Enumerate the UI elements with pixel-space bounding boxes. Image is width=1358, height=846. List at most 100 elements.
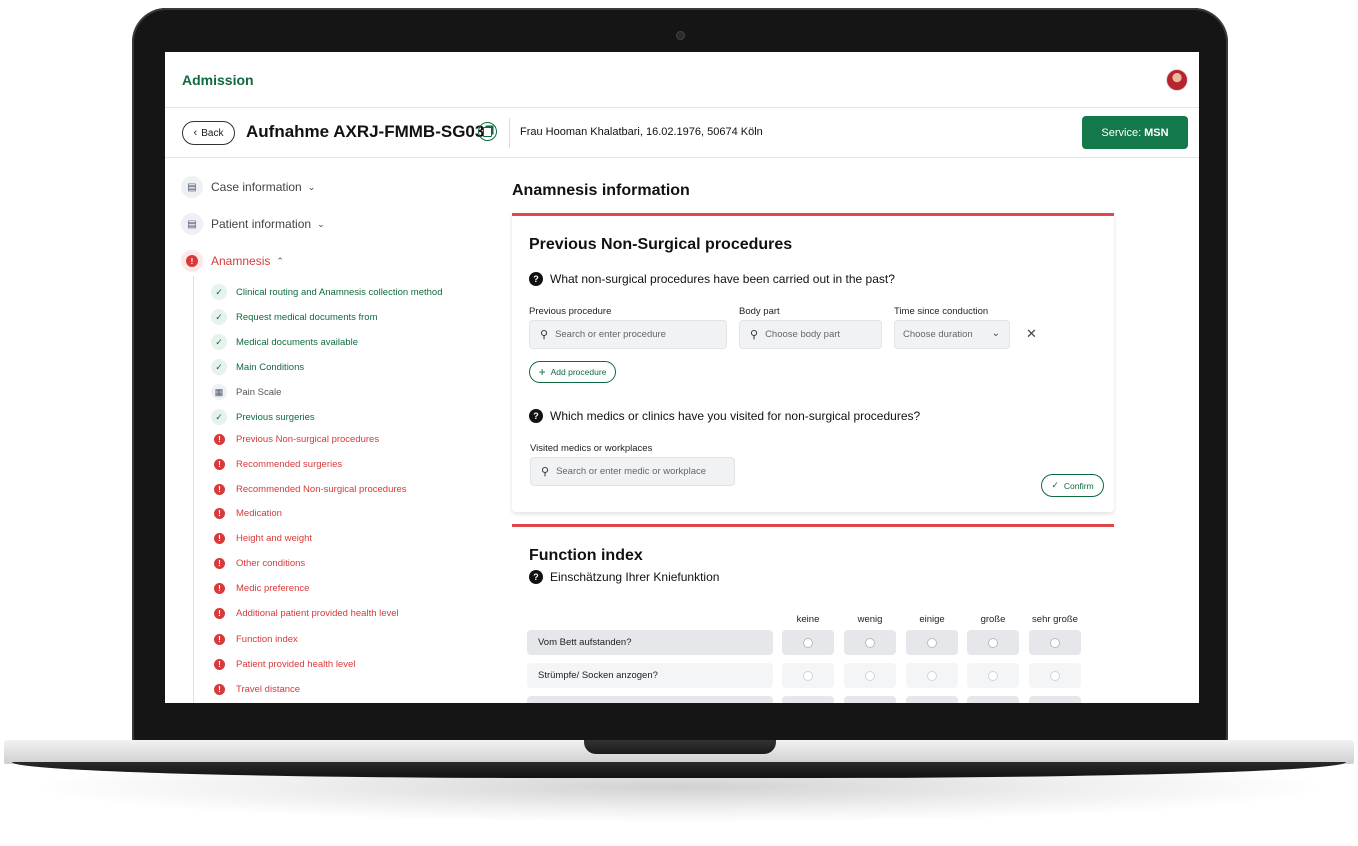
body-part-select[interactable]: ⚲ Choose body part [739,320,882,349]
sidebar-subitem-label: Pain Scale [236,386,282,398]
question: ? What non-surgical procedures have been… [529,272,895,286]
sidebar-subitem-label: Medication [236,508,282,519]
radio-cell[interactable] [967,696,1019,703]
sidebar-item-anamnesis[interactable]: ! Anamnesis ⌃ [181,250,284,272]
search-icon: ⚲ [750,329,759,341]
check-icon: ✓ [211,284,227,300]
radio-button[interactable] [988,670,998,681]
radio-button[interactable] [865,670,875,681]
question-text: What non-surgical procedures have been c… [550,272,895,286]
radio-cell[interactable] [906,630,958,655]
avatar[interactable] [1166,69,1188,91]
sidebar-subitem[interactable]: ! Medic preference [211,583,309,594]
sidebar-tree-line [193,276,194,703]
table-row-label: Strümpfe/ Socken anzogen? [527,663,773,688]
sidebar-subitem[interactable]: ✓ Previous surgeries [211,409,315,425]
placeholder: Choose body part [765,329,841,340]
placeholder: Search or enter medic or workplace [556,466,707,477]
sidebar-item-case-information[interactable]: ▤ Case information ⌄ [181,176,315,198]
sidebar-item-label: Patient information [211,217,312,231]
question: ? Which medics or clinics have you visit… [529,409,920,423]
top-bar: Admission [165,52,1199,108]
confirm-button[interactable]: ✓ Confirm [1041,474,1104,497]
remove-row-icon[interactable]: ✕ [1026,326,1037,342]
sidebar-subitem[interactable]: ! Recommended surgeries [211,459,342,470]
radio-button[interactable] [1050,670,1060,681]
alert-icon: ! [214,634,225,645]
radio-cell[interactable] [906,696,958,703]
sidebar-subitem[interactable]: ! Other conditions [211,558,305,569]
sidebar-subitem[interactable]: ! Medication [211,508,282,519]
radio-button[interactable] [927,637,937,648]
main-content: Anamnesis information Previous Non-Surgi… [512,158,1199,703]
sidebar-subitem[interactable]: ! Function index [211,634,298,645]
check-icon: ✓ [211,334,227,350]
sidebar-subitem[interactable]: ✓ Main Conditions [211,359,304,375]
sidebar-subitem[interactable]: ! Additional patient provided health leve… [211,608,399,619]
sidebar-subitem-label: Main Conditions [236,361,305,373]
alert-icon: ! [214,434,225,445]
alert-icon: ! [214,558,225,569]
radio-cell[interactable] [1029,663,1081,688]
divider [509,118,510,148]
radio-button[interactable] [988,637,998,648]
radio-cell[interactable] [782,696,834,703]
alert-icon: ! [181,250,203,272]
radio-cell[interactable] [844,696,896,703]
sidebar-subitem[interactable]: ▦ Pain Scale [211,384,281,400]
duration-select[interactable]: Choose duration ⌄ [894,320,1010,349]
radio-cell[interactable] [906,663,958,688]
radio-button[interactable] [865,637,875,648]
radio-cell[interactable] [967,663,1019,688]
help-icon: ? [529,409,543,423]
sidebar-subitem-label: Recommended Non-surgical procedures [236,484,407,495]
search-icon: ⚲ [540,329,549,341]
sidebar-subitem[interactable]: ✓ Request medical documents from [211,309,378,325]
radio-button[interactable] [1050,637,1060,648]
question: ? Einschätzung Ihrer Kniefunktion [529,570,719,584]
sidebar-subitem-label: Recommended surgeries [236,459,343,470]
radio-cell[interactable] [844,663,896,688]
table-row-label-partial [527,696,773,703]
field-label: Previous procedure [529,306,612,317]
radio-button[interactable] [803,637,813,648]
sidebar-item-label: Anamnesis [211,254,271,268]
sidebar-subitem[interactable]: ! Travel distance [211,684,300,695]
sidebar-subitem[interactable]: ! Patient provided health level [211,659,355,670]
question-text: Which medics or clinics have you visited… [550,409,921,423]
medics-search-input[interactable]: ⚲ Search or enter medic or workplace [530,457,735,486]
radio-cell[interactable] [782,663,834,688]
sidebar-subitem-label: Function index [236,634,298,645]
help-icon: ? [529,272,543,286]
sidebar: ▤ Case information ⌄ ▤ Patient informati… [165,158,505,703]
procedures-card: Previous Non-Surgical procedures ? What … [512,213,1114,512]
radio-cell[interactable] [1029,696,1081,703]
sidebar-subitem-label: Medic preference [236,583,310,594]
back-button[interactable]: ‹ Back [182,121,235,145]
radio-cell[interactable] [967,630,1019,655]
column-header: wenig [857,614,883,625]
procedure-search-input[interactable]: ⚲ Search or enter procedure [529,320,727,349]
sidebar-subitem[interactable]: ! Recommended Non-surgical procedures [211,484,407,495]
sidebar-subitem-label: Additional patient provided health level [236,608,399,619]
sidebar-subitem[interactable]: ✓ Clinical routing and Anamnesis collecti… [211,284,442,300]
sidebar-item-patient-information[interactable]: ▤ Patient information ⌄ [181,213,325,235]
radio-cell[interactable] [782,630,834,655]
question-text: Einschätzung Ihrer Kniefunktion [550,570,720,584]
sidebar-subitem[interactable]: ! Height and weight [211,533,312,544]
service-button[interactable]: Service: MSN [1082,116,1188,149]
sidebar-subitem[interactable]: ✓ Medical documents available [211,334,358,350]
radio-cell[interactable] [1029,630,1081,655]
card-title: Previous Non-Surgical procedures [529,236,793,253]
radio-cell[interactable] [844,630,896,655]
sidebar-subitem[interactable]: ! Previous Non-surgical procedures [211,434,379,445]
copy-icon[interactable] [478,122,497,141]
add-procedure-button[interactable]: + Add procedure [529,361,616,383]
radio-button[interactable] [927,670,937,681]
table-row-label: Vom Bett aufstanden? [527,630,773,655]
function-index-card: Function index ? Einschätzung Ihrer Knie… [512,524,1114,703]
sidebar-subitem-label: Height and weight [236,533,313,544]
radio-button[interactable] [803,670,813,681]
camera-icon [676,31,685,40]
field-label: Visited medics or workplaces [530,443,653,454]
